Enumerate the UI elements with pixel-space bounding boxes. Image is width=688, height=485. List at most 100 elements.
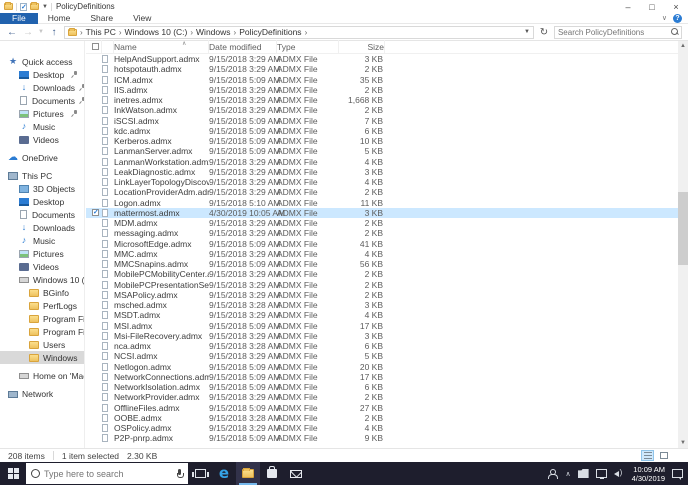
sidebar-item-desktop[interactable]: Desktop bbox=[0, 195, 84, 208]
recent-locations-chevron-icon[interactable]: ▼ bbox=[38, 29, 44, 35]
table-row[interactable]: Logon.admx 9/15/2018 5:10 AM ADMX File 1… bbox=[86, 198, 678, 208]
row-checkbox[interactable] bbox=[86, 220, 102, 227]
row-checkbox[interactable] bbox=[86, 86, 102, 93]
start-button[interactable] bbox=[0, 462, 26, 485]
address-dropdown-chevron-icon[interactable]: ▼ bbox=[524, 29, 530, 35]
row-checkbox[interactable] bbox=[86, 384, 102, 391]
row-checkbox[interactable] bbox=[86, 240, 102, 247]
table-row[interactable]: MMCSnapins.admx 9/15/2018 5:09 AM ADMX F… bbox=[86, 259, 678, 269]
details-view-button[interactable] bbox=[641, 450, 654, 461]
sidebar-item-downloads[interactable]: Downloads bbox=[0, 221, 84, 234]
select-all-checkbox[interactable] bbox=[86, 40, 102, 53]
table-row[interactable]: messaging.admx 9/15/2018 3:29 AM ADMX Fi… bbox=[86, 228, 678, 238]
table-row[interactable]: mattermost.admx 4/30/2019 10:05 AM ADMX … bbox=[86, 207, 678, 218]
sidebar-item-bginfo[interactable]: BGinfo bbox=[0, 286, 84, 299]
sidebar-item-this-pc[interactable]: This PC bbox=[0, 169, 84, 182]
search-input[interactable] bbox=[557, 27, 670, 37]
table-row[interactable]: MobilePCMobilityCenter.admx 9/15/2018 3:… bbox=[86, 269, 678, 279]
row-checkbox[interactable] bbox=[86, 179, 102, 186]
row-checkbox[interactable] bbox=[86, 168, 102, 175]
edge-button[interactable]: e bbox=[212, 462, 236, 485]
table-row[interactable]: LeakDiagnostic.admx 9/15/2018 3:29 AM AD… bbox=[86, 167, 678, 177]
tray-folder-icon[interactable] bbox=[577, 469, 589, 478]
sidebar-item-quick-access[interactable]: Quick access bbox=[0, 55, 84, 68]
table-row[interactable]: InkWatson.admx 9/15/2018 3:29 AM ADMX Fi… bbox=[86, 105, 678, 115]
mail-button[interactable] bbox=[284, 462, 308, 485]
back-button[interactable]: ← bbox=[6, 27, 18, 38]
tab-view[interactable]: View bbox=[123, 13, 161, 23]
sidebar-item-onedrive[interactable]: OneDrive bbox=[0, 151, 84, 164]
taskbar-search-input[interactable] bbox=[44, 468, 172, 479]
row-checkbox[interactable] bbox=[86, 404, 102, 411]
table-row[interactable]: iSCSI.admx 9/15/2018 5:09 AM ADMX File 7… bbox=[86, 116, 678, 126]
table-row[interactable]: Msi-FileRecovery.admx 9/15/2018 3:29 AM … bbox=[86, 331, 678, 341]
row-checkbox[interactable] bbox=[86, 117, 102, 124]
properties-button[interactable] bbox=[20, 2, 27, 11]
row-checkbox[interactable] bbox=[86, 127, 102, 134]
sidebar-item-windows[interactable]: Windows bbox=[0, 351, 84, 364]
row-checkbox[interactable] bbox=[86, 158, 102, 165]
sidebar-item-desktop[interactable]: Desktop bbox=[0, 68, 84, 81]
table-row[interactable]: Kerberos.admx 9/15/2018 5:09 AM ADMX Fil… bbox=[86, 136, 678, 146]
row-checkbox[interactable] bbox=[86, 138, 102, 145]
sidebar-item-program-files-x86-[interactable]: Program Files (x86) bbox=[0, 325, 84, 338]
sidebar-item-network[interactable]: Network bbox=[0, 387, 84, 400]
task-view-button[interactable] bbox=[188, 462, 212, 485]
table-row[interactable]: NetworkConnections.admx 9/15/2018 5:09 A… bbox=[86, 372, 678, 382]
customize-quick-access-chevron-icon[interactable]: ▼ bbox=[42, 4, 48, 10]
row-checkbox[interactable] bbox=[86, 291, 102, 298]
large-icons-view-button[interactable] bbox=[657, 450, 670, 461]
table-row[interactable]: LanmanWorkstation.admx 9/15/2018 3:29 AM… bbox=[86, 157, 678, 167]
maximize-button[interactable]: □ bbox=[640, 0, 664, 13]
row-checkbox[interactable] bbox=[86, 76, 102, 83]
row-checkbox[interactable] bbox=[86, 343, 102, 350]
table-row[interactable]: LanmanServer.admx 9/15/2018 5:09 AM ADMX… bbox=[86, 146, 678, 156]
new-folder-button[interactable] bbox=[30, 2, 39, 10]
date-modified-column-header[interactable]: Date modified bbox=[209, 40, 277, 53]
table-row[interactable]: NetworkIsolation.admx 9/15/2018 5:09 AM … bbox=[86, 382, 678, 392]
type-column-header[interactable]: Type bbox=[277, 40, 339, 53]
up-button[interactable]: ↑ bbox=[48, 27, 60, 38]
table-row[interactable]: MMC.admx 9/15/2018 3:29 AM ADMX File 4 K… bbox=[86, 249, 678, 259]
sidebar-item-pictures[interactable]: Pictures bbox=[0, 247, 84, 260]
sidebar-item-videos[interactable]: Videos bbox=[0, 133, 84, 146]
sidebar-item-downloads[interactable]: Downloads bbox=[0, 81, 84, 94]
table-row[interactable]: ICM.admx 9/15/2018 5:09 AM ADMX File 35 … bbox=[86, 75, 678, 85]
people-icon[interactable] bbox=[547, 468, 559, 479]
table-row[interactable]: LinkLayerTopologyDiscovery.admx 9/15/201… bbox=[86, 177, 678, 187]
row-checkbox[interactable] bbox=[86, 261, 102, 268]
breadcrumb-this-pc[interactable]: This PC bbox=[86, 27, 116, 37]
sidebar-item-windows-10-c-[interactable]: Windows 10 (C:) bbox=[0, 273, 84, 286]
show-hidden-icons-chevron-icon[interactable]: ∧ bbox=[566, 470, 571, 478]
table-row[interactable]: nca.admx 9/15/2018 3:28 AM ADMX File 6 K… bbox=[86, 341, 678, 351]
sidebar-item-perflogs[interactable]: PerfLogs bbox=[0, 299, 84, 312]
row-checkbox[interactable] bbox=[86, 199, 102, 206]
row-checkbox[interactable] bbox=[86, 281, 102, 288]
scrollbar-thumb[interactable] bbox=[678, 192, 688, 265]
row-checkbox[interactable] bbox=[86, 97, 102, 104]
table-row[interactable]: inetres.admx 9/15/2018 3:29 AM ADMX File… bbox=[86, 95, 678, 105]
refresh-icon[interactable]: ↻ bbox=[538, 27, 550, 38]
row-checkbox[interactable] bbox=[86, 66, 102, 73]
tab-file[interactable]: File bbox=[0, 12, 38, 24]
table-row[interactable]: MSDT.admx 9/15/2018 3:29 AM ADMX File 4 … bbox=[86, 310, 678, 320]
row-checkbox[interactable] bbox=[86, 189, 102, 196]
help-icon[interactable]: ? bbox=[673, 13, 682, 23]
tray-network-icon[interactable] bbox=[595, 469, 607, 479]
sidebar-item-3d-objects[interactable]: 3D Objects bbox=[0, 182, 84, 195]
table-row[interactable]: msched.admx 9/15/2018 3:28 AM ADMX File … bbox=[86, 300, 678, 310]
close-button[interactable]: × bbox=[664, 0, 688, 13]
table-row[interactable]: Netlogon.admx 9/15/2018 5:09 AM ADMX Fil… bbox=[86, 362, 678, 372]
table-row[interactable]: MSAPolicy.admx 9/15/2018 3:29 AM ADMX Fi… bbox=[86, 290, 678, 300]
row-checkbox[interactable] bbox=[86, 250, 102, 257]
row-checkbox[interactable] bbox=[86, 56, 102, 63]
row-checkbox[interactable] bbox=[86, 302, 102, 309]
row-checkbox[interactable] bbox=[86, 322, 102, 329]
taskbar-clock[interactable]: 10:09 AM 4/30/2019 bbox=[632, 465, 665, 483]
tray-volume-icon[interactable] bbox=[613, 468, 625, 478]
microsoft-store-button[interactable] bbox=[260, 462, 284, 485]
table-row[interactable]: hotspotauth.admx 9/15/2018 3:29 AM ADMX … bbox=[86, 64, 678, 74]
table-row[interactable]: NCSI.admx 9/15/2018 3:29 AM ADMX File 5 … bbox=[86, 351, 678, 361]
name-column-header[interactable]: Name bbox=[114, 40, 209, 53]
row-checkbox[interactable] bbox=[86, 373, 102, 380]
